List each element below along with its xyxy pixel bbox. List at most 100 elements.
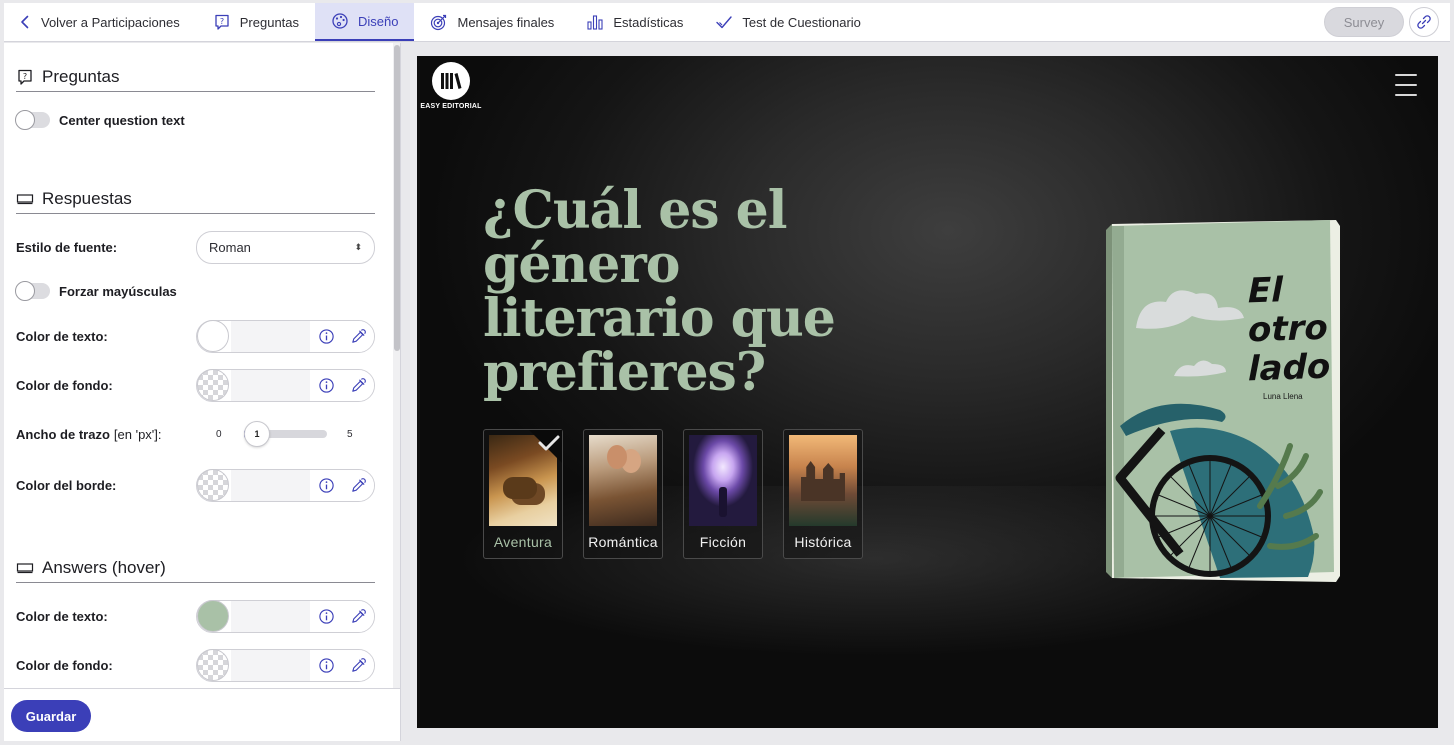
eyedropper-button[interactable] xyxy=(342,469,374,501)
slider-min-label: 0 xyxy=(216,428,222,440)
settings-scroll-area[interactable]: ? Preguntas Center question text Respues… xyxy=(4,43,393,688)
info-icon xyxy=(318,377,334,393)
answer-option-romantica[interactable]: Romántica xyxy=(583,429,663,559)
color-value-field[interactable] xyxy=(231,369,310,401)
eyedropper-button[interactable] xyxy=(342,600,374,632)
tab-label: Test de Cuestionario xyxy=(742,14,861,30)
answer-box-icon xyxy=(16,562,34,573)
slider-track[interactable]: 1 xyxy=(244,421,327,447)
tab-diseno[interactable]: Diseño xyxy=(315,3,415,41)
section-questions-header: ? Preguntas xyxy=(16,62,375,92)
eyedropper-button[interactable] xyxy=(342,649,374,681)
panel-footer: Guardar xyxy=(4,688,400,741)
survey-button[interactable]: Survey xyxy=(1324,7,1404,37)
border-color-input[interactable] xyxy=(196,468,375,502)
font-style-select[interactable]: Roman ⬍ xyxy=(196,230,375,264)
bg-color-input[interactable] xyxy=(196,368,375,402)
hover-bg-color-row: Color de fondo: xyxy=(16,648,375,682)
font-style-label: Estilo de fuente: xyxy=(16,239,118,255)
save-button[interactable]: Guardar xyxy=(11,700,91,732)
tab-mensajes-finales[interactable]: Mensajes finales xyxy=(414,3,570,41)
info-icon xyxy=(318,477,334,493)
share-link-button[interactable] xyxy=(1409,7,1439,37)
color-swatch[interactable] xyxy=(197,600,229,632)
section-title: Answers (hover) xyxy=(42,557,166,577)
stroke-width-slider[interactable]: 0 1 5 xyxy=(216,419,366,449)
hover-text-color-label: Color de texto: xyxy=(16,608,108,624)
select-caret-icon: ⬍ xyxy=(354,241,362,252)
info-button[interactable] xyxy=(310,600,342,632)
font-style-row: Estilo de fuente: Roman ⬍ xyxy=(16,230,375,264)
menu-hamburger-icon[interactable] xyxy=(1395,74,1417,96)
center-question-text-toggle[interactable] xyxy=(15,110,50,130)
top-nav: Volver a Participaciones ? Preguntas Dis… xyxy=(4,3,1450,42)
design-settings-panel: ? Preguntas Center question text Respues… xyxy=(4,43,401,741)
info-button[interactable] xyxy=(310,369,342,401)
question-bubble-icon: ? xyxy=(215,14,229,30)
answer-option-ficcion[interactable]: Ficción xyxy=(683,429,763,559)
eyedropper-button[interactable] xyxy=(342,369,374,401)
answer-options: Aventura Romántica Ficción Histórica xyxy=(483,429,863,559)
info-button[interactable] xyxy=(310,649,342,681)
color-swatch[interactable] xyxy=(197,320,229,352)
stroke-width-row: Ancho de trazo [en 'px']: 0 1 5 xyxy=(16,417,375,451)
info-button[interactable] xyxy=(310,320,342,352)
book-title: El otro lado xyxy=(1248,270,1330,389)
hover-bg-color-input[interactable] xyxy=(196,648,375,682)
stroke-width-unit: [en 'px']: xyxy=(113,426,162,442)
tab-test-cuestionario[interactable]: Test de Cuestionario xyxy=(699,3,877,41)
eyedropper-icon xyxy=(351,608,366,623)
hover-text-color-input[interactable] xyxy=(196,599,375,633)
check-icon xyxy=(716,16,733,29)
bar-chart-icon xyxy=(587,15,603,30)
color-swatch[interactable] xyxy=(197,469,229,501)
color-value-field[interactable] xyxy=(231,649,310,681)
border-color-label: Color del borde: xyxy=(16,477,117,493)
center-question-text-row: Center question text xyxy=(15,103,375,137)
book-author: Luna Llena xyxy=(1263,392,1303,401)
slider-handle[interactable]: 1 xyxy=(244,421,270,447)
book-mockup: El otro lado Luna Llena xyxy=(1100,216,1340,586)
bg-color-row: Color de fondo: xyxy=(16,368,375,402)
question-text: ¿Cuál es el género literario que prefier… xyxy=(483,180,836,403)
bg-color-label: Color de fondo: xyxy=(16,377,113,393)
stroke-width-text: Ancho de trazo xyxy=(16,426,110,442)
section-title: Preguntas xyxy=(42,66,120,86)
question-bubble-icon: ? xyxy=(18,69,32,85)
scrollbar-thumb[interactable] xyxy=(394,45,400,351)
chevron-left-icon xyxy=(21,15,29,29)
slider-max-label: 5 xyxy=(347,428,353,440)
force-uppercase-row: Forzar mayúsculas xyxy=(15,274,375,308)
back-to-participations-link[interactable]: Volver a Participaciones xyxy=(4,3,197,41)
answer-image-historica xyxy=(789,435,857,526)
answer-option-aventura[interactable]: Aventura xyxy=(483,429,563,559)
color-value-field[interactable] xyxy=(231,320,310,352)
color-swatch[interactable] xyxy=(197,369,229,401)
toggle-knob xyxy=(15,110,35,130)
tab-estadisticas[interactable]: Estadísticas xyxy=(570,3,699,41)
section-answers-hover-header: Answers (hover) xyxy=(16,553,375,583)
tab-label: Mensajes finales xyxy=(457,14,555,30)
text-color-label: Color de texto: xyxy=(16,328,108,344)
answer-option-historica[interactable]: Histórica xyxy=(783,429,863,559)
stroke-width-label: Ancho de trazo [en 'px']: xyxy=(16,427,162,442)
eyedropper-icon xyxy=(351,477,366,492)
hover-bg-color-label: Color de fondo: xyxy=(16,657,113,673)
color-value-field[interactable] xyxy=(231,469,310,501)
svg-text:?: ? xyxy=(23,72,27,81)
force-uppercase-toggle[interactable] xyxy=(15,281,50,301)
section-answers-header: Respuestas xyxy=(16,184,375,214)
eyedropper-button[interactable] xyxy=(342,320,374,352)
books-logo-icon xyxy=(432,62,470,100)
text-color-row: Color de texto: xyxy=(16,319,375,353)
eyedropper-icon xyxy=(351,657,366,672)
answer-label: Ficción xyxy=(699,534,747,550)
logo-text: EASY EDITORIAL xyxy=(420,103,482,110)
panel-scrollbar[interactable] xyxy=(393,43,400,688)
color-value-field[interactable] xyxy=(231,600,310,632)
info-button[interactable] xyxy=(310,469,342,501)
text-color-input[interactable] xyxy=(196,319,375,353)
color-swatch[interactable] xyxy=(197,649,229,681)
tab-label: Diseño xyxy=(358,13,399,29)
tab-preguntas[interactable]: ? Preguntas xyxy=(197,3,315,41)
